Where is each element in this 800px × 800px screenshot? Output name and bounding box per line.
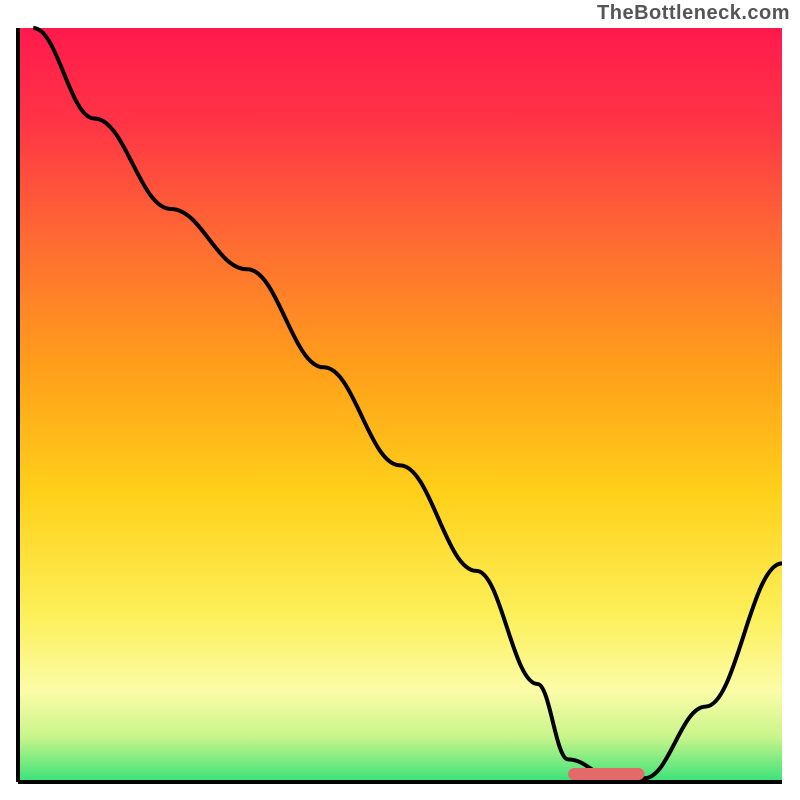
bottleneck-chart xyxy=(0,0,800,800)
watermark-text: TheBottleneck.com xyxy=(597,2,790,25)
plot-area xyxy=(18,28,782,782)
chart-container: TheBottleneck.com xyxy=(0,0,800,800)
optimal-marker xyxy=(568,768,644,780)
